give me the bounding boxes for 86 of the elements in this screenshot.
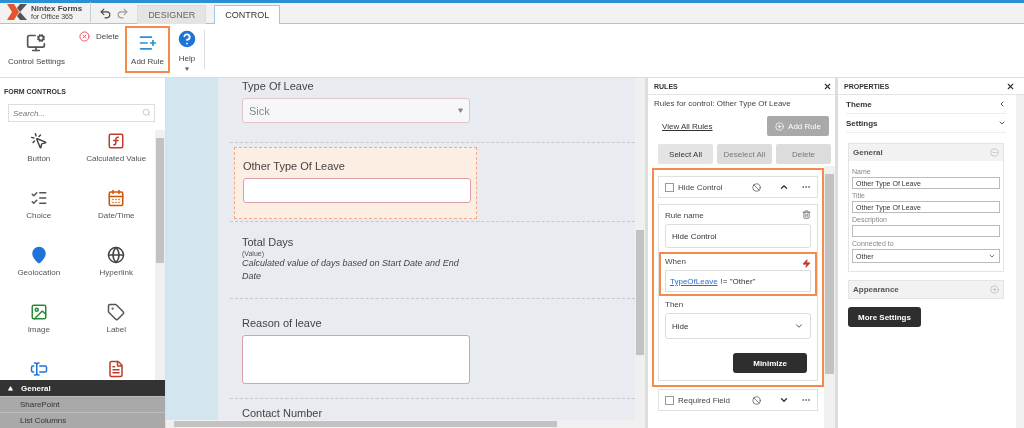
control-item[interactable]: Date/Time — [77, 189, 155, 246]
plus-icon — [775, 121, 785, 131]
help-icon — [175, 28, 198, 50]
properties-section[interactable]: Settings — [846, 114, 1006, 133]
field-label: Then — [665, 300, 685, 309]
caret-icon — [184, 67, 189, 71]
properties-section[interactable]: Theme — [846, 95, 1006, 114]
undo-icon[interactable] — [99, 7, 113, 20]
disable-icon[interactable] — [752, 395, 761, 405]
monitor-gear-icon — [26, 33, 47, 53]
control-item[interactable]: Hyperlink — [77, 246, 155, 303]
text-area[interactable] — [242, 335, 470, 384]
logo-icon — [6, 3, 28, 21]
map-pin-icon — [29, 246, 48, 264]
function-icon — [107, 132, 126, 150]
list-icon — [29, 189, 48, 207]
control-item[interactable]: Label — [77, 303, 155, 360]
formula-icon[interactable] — [802, 258, 811, 268]
field-description: Calculated value of days based on Start Date and End Date — [242, 258, 460, 283]
category-header[interactable]: General — [0, 380, 165, 396]
delete-icon — [78, 31, 90, 42]
text-field[interactable] — [243, 178, 471, 203]
property-field[interactable] — [852, 225, 1000, 237]
logo-text: Nintex Forms — [31, 4, 83, 13]
search-field[interactable]: Search... — [8, 104, 155, 122]
control-item[interactable]: Image — [0, 303, 78, 360]
close-icon[interactable] — [1006, 81, 1015, 91]
list-plus-icon — [137, 33, 158, 53]
ribbon-button[interactable]: Delete — [72, 26, 126, 47]
chevron-icon — [794, 321, 804, 331]
field-link[interactable]: TypeOfLeave — [670, 276, 718, 286]
ribbon-button[interactable]: Add Rule — [125, 26, 170, 73]
search-icon — [142, 108, 151, 117]
globe-icon — [107, 246, 126, 264]
category-item[interactable]: SharePoint — [0, 396, 165, 412]
field-label: Type Of Leave — [242, 80, 315, 92]
scrollbar[interactable] — [166, 420, 645, 428]
scrollbar[interactable] — [155, 130, 165, 380]
rule-name-field[interactable]: Hide Control — [665, 224, 811, 248]
action-dropdown[interactable]: Hide — [665, 313, 811, 339]
rules-subtitle: Rules for control: Other Type Of Leave — [653, 98, 792, 110]
field-label: Contact Number — [242, 407, 324, 419]
rule-header[interactable]: Hide Control — [658, 176, 818, 198]
rule-header[interactable]: Required Field — [658, 389, 818, 411]
ribbon-tab[interactable]: CONTROL — [214, 5, 281, 24]
field-label: Reason of leave — [242, 317, 323, 329]
scrollbar[interactable] — [1016, 95, 1024, 428]
image-icon — [29, 303, 48, 321]
condition-text: != "Other" — [720, 276, 756, 286]
ribbon-button[interactable]: Help — [169, 26, 204, 73]
rule-action-button[interactable]: Select All — [658, 144, 713, 164]
view-all-rules-link[interactable]: View All Rules — [662, 121, 713, 131]
condition-field[interactable]: TypeOfLeave != "Other" — [665, 270, 811, 292]
chevron-icon[interactable] — [779, 395, 789, 405]
close-icon[interactable] — [823, 81, 832, 91]
control-item[interactable]: Calculated Value — [77, 132, 155, 189]
chevron-icon[interactable] — [779, 182, 789, 192]
field-label: Total Days — [242, 236, 295, 248]
pointer-icon — [29, 132, 48, 150]
field-label: Other Type Of Leave — [243, 160, 346, 172]
checkbox[interactable] — [665, 395, 674, 405]
rule-title: Hide Control — [678, 182, 723, 192]
control-item[interactable]: Choice — [0, 189, 78, 246]
checkbox[interactable] — [665, 182, 674, 192]
field-label: When — [665, 257, 686, 266]
trash-icon[interactable] — [802, 210, 811, 219]
control-item[interactable]: Button — [0, 132, 78, 189]
group-header[interactable]: Appearance — [849, 281, 1003, 298]
more-settings-button[interactable]: More Settings — [848, 307, 921, 327]
document-icon — [107, 360, 126, 378]
scrollbar[interactable] — [635, 78, 645, 420]
chevron-icon — [988, 252, 996, 260]
minimize-button[interactable]: Minimize — [733, 353, 807, 373]
control-item[interactable]: Geolocation — [0, 246, 78, 303]
ribbon-button[interactable]: Control Settings — [0, 26, 73, 73]
scrollbar[interactable] — [824, 166, 835, 428]
category-item[interactable]: List Columns — [0, 412, 165, 428]
ribbon-tab[interactable]: DESIGNER — [137, 5, 207, 24]
group-header[interactable]: General — [849, 144, 1003, 161]
disable-icon[interactable] — [752, 182, 761, 192]
rule-title: Required Field — [678, 395, 731, 405]
caret-icon — [458, 108, 463, 113]
field-label: Rule name — [665, 211, 704, 220]
tag-icon — [107, 303, 126, 321]
calendar-icon — [107, 189, 126, 207]
text-box-icon — [29, 360, 48, 378]
